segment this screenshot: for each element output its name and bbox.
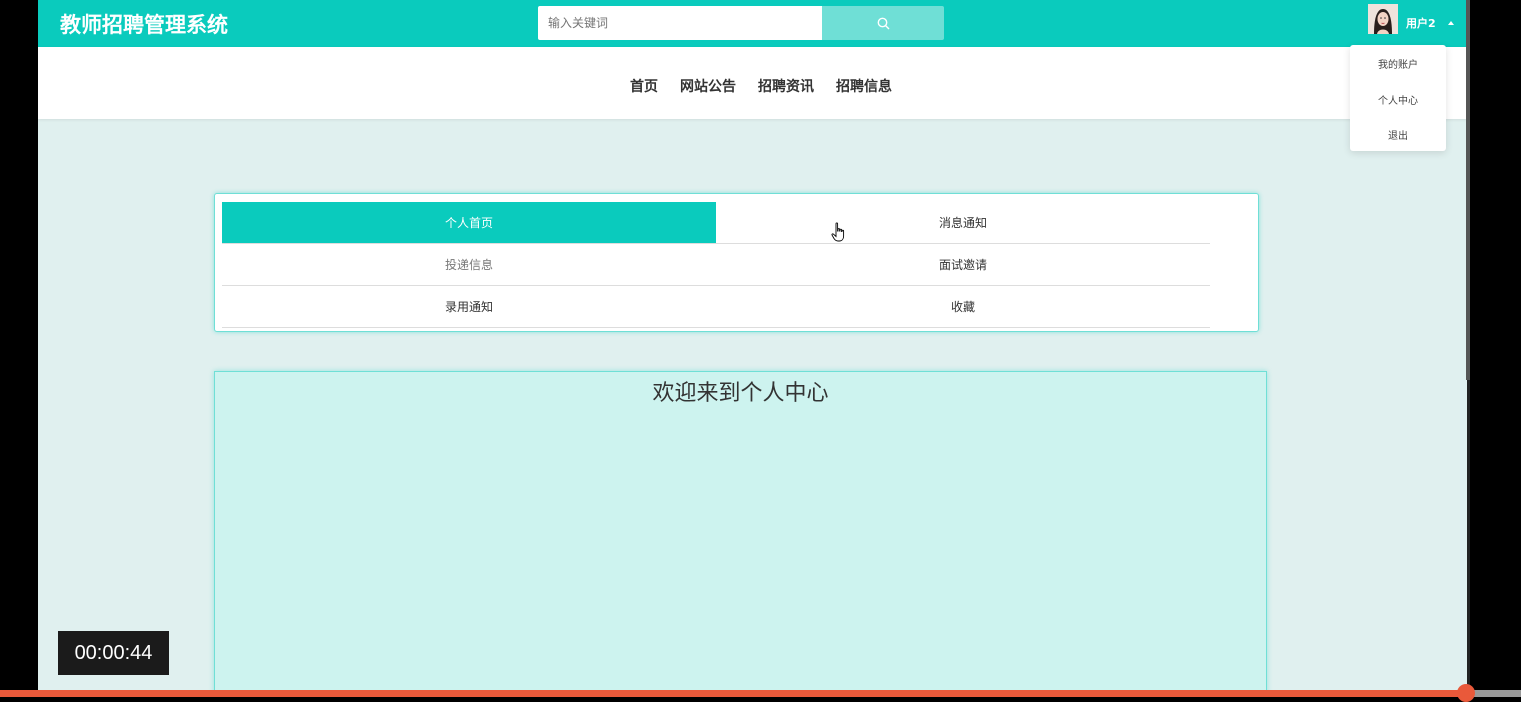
main-navbar: 首页 网站公告 招聘资讯 招聘信息	[38, 47, 1467, 119]
personal-menu-grid: 个人首页 消息通知 投递信息 面试邀请 录用通知 收藏	[222, 202, 1210, 328]
video-progress-handle[interactable]	[1457, 684, 1475, 702]
menu-item-offer-notices[interactable]: 录用通知	[222, 286, 716, 327]
caret-up-icon[interactable]	[1448, 21, 1454, 25]
site-title: 教师招聘管理系统	[60, 13, 228, 37]
dropdown-item-logout[interactable]: 退出	[1350, 127, 1446, 142]
search-input[interactable]	[538, 6, 822, 40]
menu-item-personal-home[interactable]: 个人首页	[222, 202, 716, 243]
content-panel: 欢迎来到个人中心	[214, 371, 1267, 697]
menu-row: 投递信息 面试邀请	[222, 244, 1210, 286]
nav-item-recruit-news[interactable]: 招聘资讯	[758, 76, 814, 96]
hand-cursor-icon	[831, 222, 845, 242]
nav-item-recruit-info[interactable]: 招聘信息	[836, 76, 892, 96]
user-dropdown-menu: 我的账户 个人中心 退出	[1350, 45, 1446, 151]
welcome-heading: 欢迎来到个人中心	[652, 381, 829, 406]
top-header-bar: 教师招聘管理系统 用户2	[38, 0, 1467, 47]
menu-item-interview-invites[interactable]: 面试邀请	[716, 244, 1210, 285]
scrollbar-thumb[interactable]	[1466, 0, 1470, 380]
nav-item-announcements[interactable]: 网站公告	[680, 76, 736, 96]
avatar-image	[1368, 4, 1398, 34]
video-progress-bar[interactable]	[0, 690, 1521, 697]
search-icon	[877, 17, 889, 29]
menu-row: 录用通知 收藏	[222, 286, 1210, 328]
search-button[interactable]	[822, 6, 944, 40]
avatar[interactable]	[1368, 4, 1398, 34]
video-progress-remaining[interactable]	[1468, 690, 1521, 697]
menu-row: 个人首页 消息通知	[222, 202, 1210, 244]
dropdown-item-my-account[interactable]: 我的账户	[1350, 56, 1446, 71]
video-timestamp: 00:00:44	[58, 631, 169, 675]
menu-item-favorites[interactable]: 收藏	[716, 286, 1210, 327]
menu-item-applications[interactable]: 投递信息	[222, 244, 716, 285]
username-label[interactable]: 用户2	[1406, 15, 1436, 31]
nav-menu: 首页 网站公告 招聘资讯 招聘信息	[630, 76, 914, 96]
menu-item-notifications[interactable]: 消息通知	[716, 202, 1210, 243]
nav-item-home[interactable]: 首页	[630, 76, 658, 96]
personal-menu-card: 个人首页 消息通知 投递信息 面试邀请 录用通知 收藏	[214, 193, 1259, 332]
browser-viewport: 教师招聘管理系统 用户2 首页 网站公告 招聘资讯	[38, 0, 1467, 697]
dropdown-item-personal-center[interactable]: 个人中心	[1350, 92, 1446, 107]
